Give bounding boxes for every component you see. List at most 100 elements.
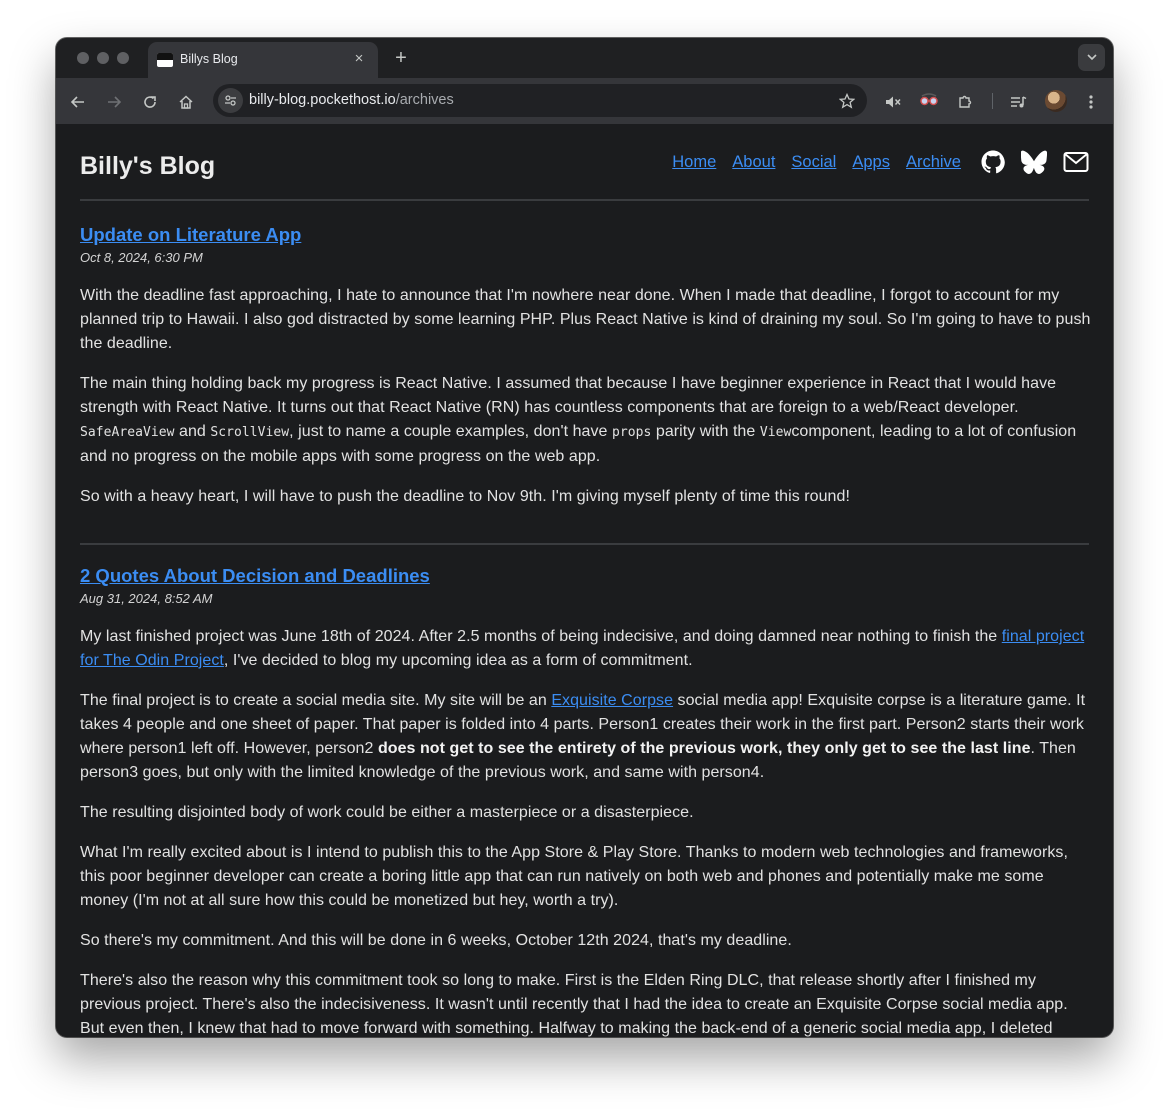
- extension-glasses-icon[interactable]: [920, 93, 938, 107]
- paragraph-line: The main thing holding back my progress …: [80, 375, 1057, 392]
- paragraph-line: The resulting disjointed body of work co…: [80, 804, 694, 821]
- address-bar[interactable]: billy-blog.pockethost.io/archives: [213, 84, 867, 117]
- tab-billys-blog[interactable]: Billys Blog ×: [148, 42, 378, 78]
- close-window-button[interactable]: [77, 52, 89, 64]
- post-date: Aug 31, 2024, 8:52 AM: [80, 591, 213, 606]
- post-paragraph: So with a heavy heart, I will have to pu…: [80, 485, 1089, 509]
- text-fragment: My last finished project was June 18th o…: [80, 628, 1002, 645]
- nav-archive-link[interactable]: Archive: [906, 153, 961, 172]
- paragraph-line: SafeAreaView and ScrollView, just to nam…: [80, 420, 1089, 445]
- paragraph-line: What I'm really excited about is I inten…: [80, 844, 1068, 861]
- page-viewport[interactable]: Billy's Blog Home About Social Apps Arch…: [56, 124, 1113, 1037]
- puzzle-icon: [959, 95, 972, 108]
- github-icon[interactable]: [981, 150, 1005, 174]
- tune-icon: [225, 94, 236, 106]
- muted-speaker-icon: [886, 96, 901, 108]
- text-fragment: . Then: [1030, 740, 1076, 757]
- browser-toolbar: billy-blog.pockethost.io/archives: [56, 78, 1113, 124]
- post-paragraph: There's also the reason why this commitm…: [80, 969, 1089, 1037]
- favicon-icon: [157, 53, 173, 67]
- inline-code: ScrollView: [210, 425, 290, 440]
- url-text[interactable]: billy-blog.pockethost.io/archives: [249, 92, 454, 108]
- chevron-down-icon: [1086, 54, 1097, 61]
- post-paragraph: With the deadline fast approaching, I ha…: [80, 284, 1090, 356]
- paragraph-line: My last finished project was June 18th o…: [80, 625, 1089, 649]
- bookmark-star-icon[interactable]: [838, 90, 856, 110]
- playlist-icon: [1011, 95, 1027, 108]
- paragraph-line: With the deadline fast approaching, I ha…: [80, 287, 1060, 304]
- text-fragment: and: [174, 423, 211, 440]
- site-nav: Home About Social Apps Archive: [672, 150, 1089, 174]
- blog-post: 2 Quotes About Decision and Deadlines Au…: [80, 545, 1089, 1037]
- home-button[interactable]: [174, 89, 198, 113]
- maximize-window-button[interactable]: [117, 52, 129, 64]
- paragraph-line: money (I'm not at all sure how this coul…: [80, 892, 619, 909]
- post-title-link[interactable]: Update on Literature App: [80, 223, 301, 247]
- back-button[interactable]: [66, 89, 90, 113]
- tab-strip: Billys Blog × +: [56, 38, 1113, 78]
- text-fragment: component, leading to a lot of confusion: [791, 423, 1077, 440]
- odin-project-link[interactable]: final project: [1002, 628, 1084, 645]
- exquisite-corpse-link[interactable]: Exquisite Corpse: [551, 692, 673, 709]
- odin-project-link[interactable]: for The Odin Project: [80, 652, 224, 669]
- text-fragment: social media app! Exquisite corpse is a …: [673, 692, 1086, 709]
- url-path: /archives: [395, 92, 454, 108]
- nav-about-link[interactable]: About: [732, 153, 775, 172]
- new-tab-button[interactable]: +: [390, 47, 412, 69]
- profile-avatar[interactable]: [1045, 90, 1067, 112]
- tab-search-button[interactable]: [1078, 44, 1105, 71]
- forward-button[interactable]: [102, 89, 126, 113]
- paragraph-line: the deadline.: [80, 335, 173, 352]
- nav-apps-link[interactable]: Apps: [852, 153, 890, 172]
- mute-tab-button[interactable]: [881, 89, 905, 113]
- tab-title: Billys Blog: [180, 52, 238, 66]
- post-paragraph: The main thing holding back my progress …: [80, 372, 1089, 469]
- post-date: Oct 8, 2024, 6:30 PM: [80, 250, 203, 265]
- paragraph-line: previous project. There's also the indec…: [80, 996, 1068, 1013]
- arrow-left-icon: [70, 95, 84, 108]
- inline-code: View: [759, 425, 792, 440]
- nav-social-link[interactable]: Social: [791, 153, 836, 172]
- text-fragment: parity with the: [651, 423, 760, 440]
- tab-close-button[interactable]: ×: [350, 50, 368, 68]
- paragraph-line: this poor beginner developer can create …: [80, 868, 1044, 885]
- home-icon: [179, 94, 193, 109]
- site-info-button[interactable]: [218, 88, 243, 113]
- paragraph-line: There's also the reason why this commitm…: [80, 972, 1036, 989]
- reading-list-button[interactable]: [1007, 89, 1031, 113]
- site-header: Billy's Blog Home About Social Apps Arch…: [80, 124, 1089, 201]
- paragraph-line: person3 goes, but only with the limited …: [80, 764, 765, 781]
- text-fragment: The final project is to create a social …: [80, 692, 552, 709]
- toolbar-divider: [992, 93, 993, 109]
- browser-window: Billys Blog × + billy-blog.pockethost.io…: [56, 38, 1113, 1037]
- mail-icon[interactable]: [1063, 151, 1089, 173]
- post-title-link[interactable]: 2 Quotes About Decision and Deadlines: [80, 564, 430, 588]
- arrow-right-icon: [108, 95, 122, 108]
- paragraph-line: So with a heavy heart, I will have to pu…: [80, 488, 850, 505]
- blog-post: Update on Literature App Oct 8, 2024, 6:…: [80, 201, 1090, 545]
- more-vertical-icon: [1089, 94, 1093, 109]
- post-paragraph: My last finished project was June 18th o…: [80, 625, 1089, 673]
- text-fragment: where person1 left off. However, person2: [80, 740, 378, 757]
- paragraph-line: strength with React Native. It turns out…: [80, 399, 1019, 416]
- text-fragment: , I've decided to blog my upcoming idea …: [223, 652, 693, 669]
- extensions-button[interactable]: [953, 89, 977, 113]
- paragraph-line: takes 4 people and one sheet of paper. T…: [80, 716, 1084, 733]
- minimize-window-button[interactable]: [97, 52, 109, 64]
- paragraph-line: But even then, I knew that had to move f…: [80, 1020, 1053, 1037]
- inline-code: props: [611, 425, 652, 440]
- bluesky-icon[interactable]: [1020, 150, 1048, 174]
- post-paragraph: What I'm really excited about is I inten…: [80, 841, 1089, 913]
- site-title: Billy's Blog: [80, 152, 216, 180]
- paragraph-line: The final project is to create a social …: [80, 689, 1089, 713]
- post-paragraph: The resulting disjointed body of work co…: [80, 801, 1089, 825]
- inline-code: SafeAreaView: [80, 425, 175, 440]
- nav-home-link[interactable]: Home: [672, 153, 716, 172]
- post-paragraph: So there's my commitment. And this will …: [80, 929, 1089, 953]
- paragraph-line: where person1 left off. However, person2…: [80, 737, 1089, 761]
- reload-button[interactable]: [138, 89, 162, 113]
- paragraph-line: So there's my commitment. And this will …: [80, 932, 792, 949]
- reload-icon: [144, 95, 156, 108]
- browser-menu-button[interactable]: [1079, 89, 1103, 113]
- text-fragment: , just to name a couple examples, don't …: [289, 423, 612, 440]
